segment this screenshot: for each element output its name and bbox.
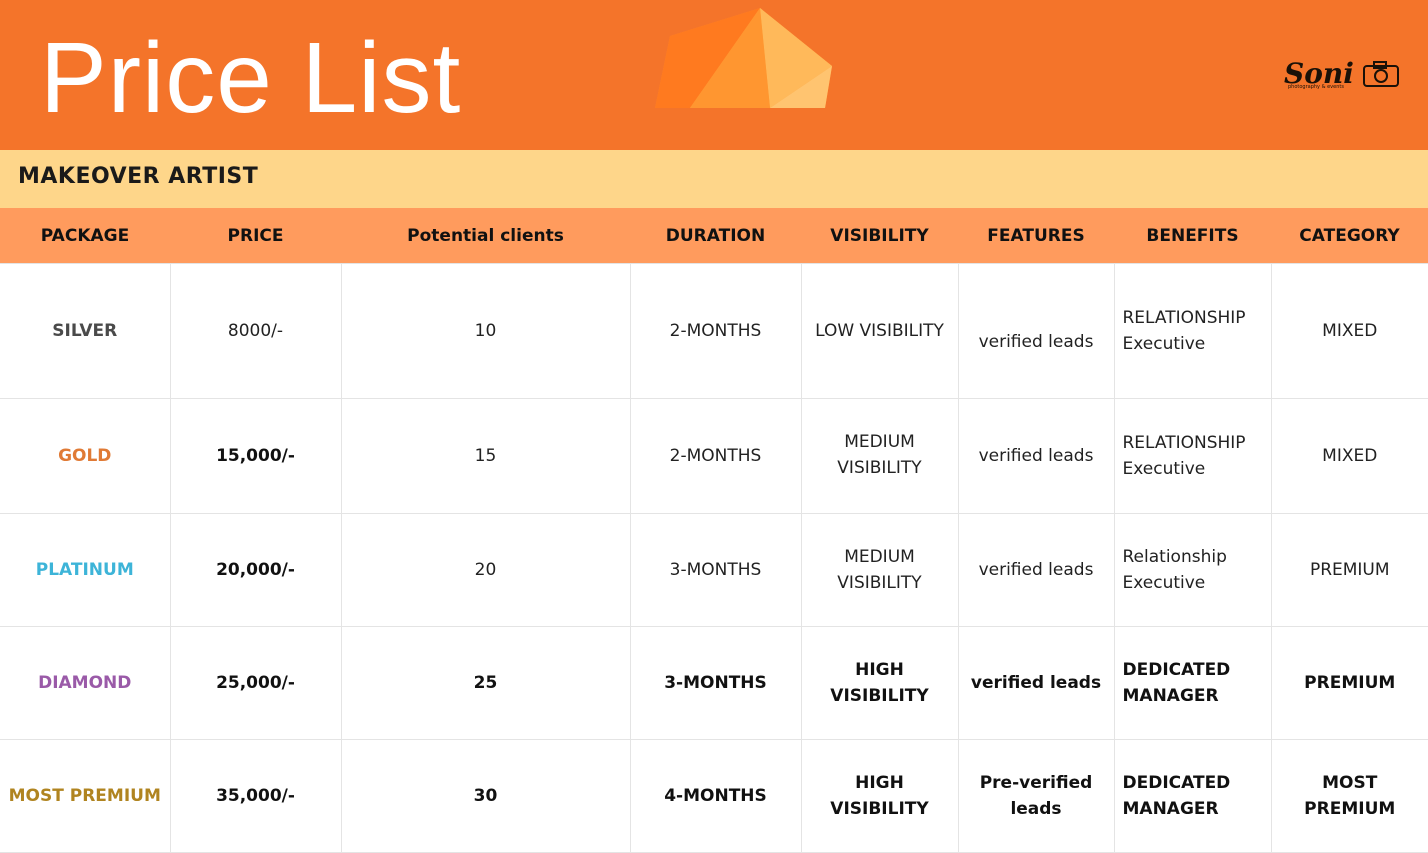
duration-cell: 3-MONTHS	[629, 626, 802, 740]
column-header-category: CATEGORY	[1271, 208, 1428, 264]
features-cell: verified leads	[957, 513, 1115, 627]
duration-cell: 4-MONTHS	[629, 739, 802, 853]
price-cell: 25,000/-	[169, 626, 342, 740]
table-row: MOST PREMIUM 35,000/- 30 4-MONTHS HIGH V…	[0, 739, 1428, 853]
column-header-features: FEATURES	[958, 208, 1114, 264]
benefits-cell: DEDICATED MANAGER	[1113, 739, 1272, 853]
column-header-visibility: VISIBILITY	[801, 208, 958, 264]
table-row: GOLD 15,000/- 15 2-MONTHS MEDIUM VISIBIL…	[0, 398, 1428, 514]
visibility-cell: LOW VISIBILITY	[800, 263, 959, 399]
price-cell: 8000/-	[169, 263, 342, 399]
package-cell: MOST PREMIUM	[0, 739, 171, 853]
section-bar: MAKEOVER ARTIST	[0, 150, 1428, 208]
table-header-row: PACKAGE PRICE Potential clients DURATION…	[0, 208, 1428, 264]
column-header-benefits: BENEFITS	[1114, 208, 1271, 264]
visibility-cell: HIGH VISIBILITY	[800, 626, 959, 740]
column-header-package: PACKAGE	[0, 208, 170, 264]
package-cell: DIAMOND	[0, 626, 171, 740]
header-banner: Price List Soni photography & events	[0, 0, 1428, 150]
gem-decoration-icon	[655, 8, 832, 108]
benefits-cell: RELATIONSHIP Executive	[1113, 398, 1272, 514]
benefits-cell: Relationship Executive	[1113, 513, 1272, 627]
table-row: SILVER 8000/- 10 2-MONTHS LOW VISIBILITY…	[0, 263, 1428, 399]
benefits-cell: DEDICATED MANAGER	[1113, 626, 1272, 740]
table-row: DIAMOND 25,000/- 25 3-MONTHS HIGH VISIBI…	[0, 626, 1428, 740]
column-header-price: PRICE	[170, 208, 341, 264]
price-cell: 20,000/-	[169, 513, 342, 627]
clients-cell: 30	[340, 739, 631, 853]
package-cell: PLATINUM	[0, 513, 171, 627]
features-cell: verified leads	[957, 626, 1115, 740]
benefits-cell: RELATIONSHIP Executive	[1113, 263, 1272, 399]
camera-icon	[1363, 61, 1399, 87]
category-cell: PREMIUM	[1270, 626, 1428, 740]
page-title: Price List	[40, 22, 462, 134]
duration-cell: 2-MONTHS	[629, 263, 802, 399]
price-table: PACKAGE PRICE Potential clients DURATION…	[0, 208, 1428, 853]
clients-cell: 20	[340, 513, 631, 627]
price-cell: 15,000/-	[169, 398, 342, 514]
features-cell: verified leads	[957, 263, 1115, 399]
category-cell: MIXED	[1270, 398, 1428, 514]
logo-tagline: photography & events	[1288, 84, 1344, 90]
category-cell: MIXED	[1270, 263, 1428, 399]
duration-cell: 2-MONTHS	[629, 398, 802, 514]
table-row: PLATINUM 20,000/- 20 3-MONTHS MEDIUM VIS…	[0, 513, 1428, 627]
price-cell: 35,000/-	[169, 739, 342, 853]
duration-cell: 3-MONTHS	[629, 513, 802, 627]
section-label: MAKEOVER ARTIST	[18, 164, 259, 189]
features-cell: Pre-verified leads	[957, 739, 1115, 853]
clients-cell: 15	[340, 398, 631, 514]
features-cell: verified leads	[957, 398, 1115, 514]
clients-cell: 10	[340, 263, 631, 399]
column-header-potential-clients: Potential clients	[341, 208, 630, 264]
category-cell: PREMIUM	[1270, 513, 1428, 627]
column-header-duration: DURATION	[630, 208, 801, 264]
category-cell: MOST PREMIUM	[1270, 739, 1428, 853]
clients-cell: 25	[340, 626, 631, 740]
visibility-cell: MEDIUM VISIBILITY	[800, 398, 959, 514]
visibility-cell: HIGH VISIBILITY	[800, 739, 959, 853]
brand-logo: Soni photography & events	[1284, 56, 1408, 98]
package-cell: GOLD	[0, 398, 171, 514]
visibility-cell: MEDIUM VISIBILITY	[800, 513, 959, 627]
package-cell: SILVER	[0, 263, 171, 399]
